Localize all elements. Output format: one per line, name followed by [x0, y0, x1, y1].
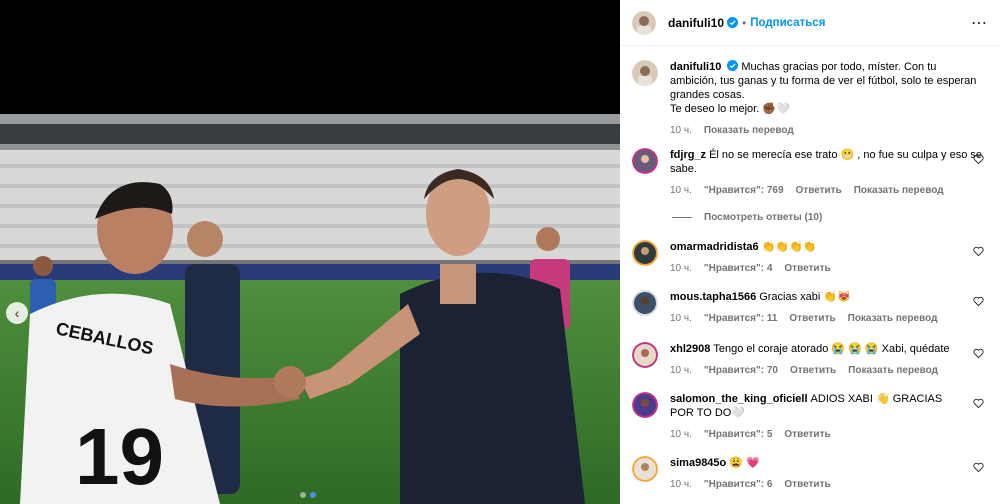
comment-text: 👏👏👏👏: [761, 241, 817, 253]
comment-username[interactable]: fdjrg_z: [670, 149, 706, 161]
comments-list[interactable]: danifuli10 Muchas gracias por todo, míste…: [620, 46, 1000, 504]
comment-time: 10 ч.: [670, 479, 692, 490]
heart-icon[interactable]: [973, 296, 984, 307]
comment-username[interactable]: mous.tapha1566: [670, 291, 756, 303]
comment-text: Gracias xabi 👏😻: [759, 291, 851, 303]
comment-likes[interactable]: "Нравится": 5: [704, 428, 773, 442]
comment-item: xhl2908 Tengo el coraje atorado 😭 😭 😭 Xab…: [632, 342, 984, 378]
avatar[interactable]: [632, 456, 658, 482]
reply-button[interactable]: Ответить: [784, 428, 830, 442]
caption-username[interactable]: danifuli10: [670, 61, 721, 73]
verified-badge-icon: [727, 17, 739, 28]
show-translation-link[interactable]: Показать перевод: [704, 124, 794, 138]
comment-username[interactable]: omarmadridista6: [670, 241, 759, 253]
heart-icon[interactable]: [973, 246, 984, 257]
avatar[interactable]: [632, 342, 658, 368]
heart-icon[interactable]: [973, 348, 984, 359]
comment-likes[interactable]: "Нравится": 70: [704, 364, 778, 378]
reply-button[interactable]: Ответить: [796, 184, 842, 198]
view-replies-button[interactable]: Посмотреть ответы (10): [672, 212, 822, 223]
reply-button[interactable]: Ответить: [789, 312, 835, 326]
post-side-panel: danifuli10 • Подписаться ⋯ danifuli10 Muc…: [620, 0, 1000, 504]
comment-time: 10 ч.: [670, 365, 692, 376]
comment-item: fdjrg_z Él no se merecía ese trato 😬 , no…: [632, 148, 984, 198]
separator-dot: •: [742, 15, 747, 30]
avatar[interactable]: [632, 290, 658, 316]
comment-item: sima9845o 😩 💗 10 ч. "Нравится": 6 Ответит…: [632, 456, 984, 492]
carousel-dot-active: [310, 492, 316, 498]
avatar[interactable]: [632, 392, 658, 418]
more-horizontal-icon[interactable]: ⋯: [971, 13, 988, 33]
heart-icon[interactable]: [973, 398, 984, 409]
comment-text: Tengo el coraje atorado 😭 😭 😭 Xabi, quéd…: [713, 343, 950, 355]
show-translation-link[interactable]: Показать перевод: [848, 364, 938, 378]
replies-divider: [672, 217, 692, 218]
caption-time: 10 ч.: [670, 125, 692, 136]
comment-item: salomon_the_king_oficiell ADIOS XABI 👋 GR…: [632, 392, 984, 442]
carousel-dot: [300, 492, 306, 498]
comment-item: omarmadridista6 👏👏👏👏 10 ч. "Нравится": 4 …: [632, 240, 984, 276]
show-translation-link[interactable]: Показать перевод: [854, 184, 944, 198]
comment-text: Él no se merecía ese trato 😬 , no fue su…: [670, 149, 983, 175]
comment-time: 10 ч.: [670, 185, 692, 196]
comment-time: 10 ч.: [670, 313, 692, 324]
comment-likes[interactable]: "Нравится": 6: [704, 478, 773, 492]
verified-badge-icon: [727, 60, 739, 71]
post-photo: 19 CEBALLOS: [0, 114, 620, 504]
caption: danifuli10 Muchas gracias por todo, míste…: [632, 60, 984, 138]
comment-likes[interactable]: "Нравится": 11: [704, 312, 778, 326]
show-translation-link[interactable]: Показать перевод: [848, 312, 938, 326]
post-media: 19 CEBALLOS ‹: [0, 0, 620, 504]
comment-likes[interactable]: "Нравится": 4: [704, 262, 773, 276]
comment-username[interactable]: sima9845o: [670, 457, 726, 469]
reply-button[interactable]: Ответить: [784, 262, 830, 276]
avatar[interactable]: [632, 60, 658, 86]
comment-time: 10 ч.: [670, 429, 692, 440]
comment-username[interactable]: salomon_the_king_oficiell: [670, 393, 808, 405]
heart-icon[interactable]: [973, 154, 984, 165]
reply-button[interactable]: Ответить: [784, 478, 830, 492]
follow-button[interactable]: Подписаться: [750, 17, 825, 29]
comment-item: mous.tapha1566 Gracias xabi 👏😻 10 ч. "Нра…: [632, 290, 984, 326]
comment-time: 10 ч.: [670, 263, 692, 274]
avatar[interactable]: [632, 148, 658, 174]
avatar[interactable]: [632, 10, 656, 35]
view-replies-label: Посмотреть ответы (10): [704, 212, 823, 223]
avatar[interactable]: [632, 240, 658, 266]
reply-button[interactable]: Ответить: [790, 364, 836, 378]
post-header: danifuli10 • Подписаться ⋯: [620, 0, 1000, 46]
heart-icon[interactable]: [973, 462, 984, 473]
carousel-prev-button[interactable]: ‹: [6, 302, 28, 324]
carousel-dots: [300, 492, 316, 498]
comment-username[interactable]: xhl2908: [670, 343, 710, 355]
comment-text: 😩 💗: [729, 457, 760, 469]
comment-likes[interactable]: "Нравится": 769: [704, 184, 784, 198]
jersey-number: 19: [75, 412, 164, 501]
author-username[interactable]: danifuli10: [668, 16, 724, 30]
caption-text-line2: Te deseo lo mejor. ✊🏾🤍: [670, 103, 790, 115]
